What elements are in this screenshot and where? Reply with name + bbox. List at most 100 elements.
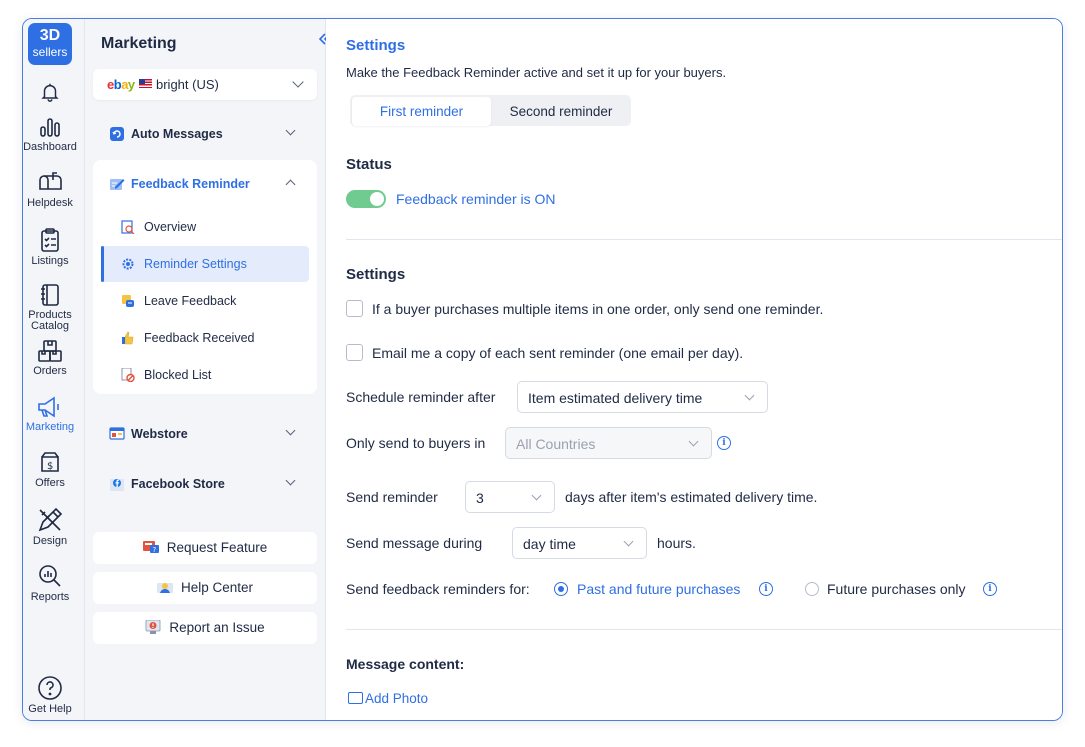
rail-label: Reports <box>30 591 70 603</box>
megaphone-icon <box>38 396 59 418</box>
pen-ruler-icon <box>38 507 63 532</box>
menu-webstore[interactable]: Webstore <box>93 413 317 453</box>
rail-label: Orders <box>33 365 67 377</box>
rail-reports[interactable]: Reports <box>23 563 77 603</box>
price-tag-icon: $ <box>41 452 59 472</box>
overview-chart-icon <box>121 220 135 234</box>
toggle-label: Feedback reminder is ON <box>396 191 556 207</box>
chevron-down-icon <box>285 475 296 486</box>
info-icon[interactable]: i <box>717 436 731 450</box>
question-icon <box>38 676 62 700</box>
chevron-down-icon <box>285 425 296 436</box>
rail-offers[interactable]: $ Offers <box>23 451 77 489</box>
feedback-reminder-toggle[interactable] <box>346 190 386 208</box>
us-flag-icon <box>139 79 152 88</box>
menu-auto-messages[interactable]: Auto Messages <box>93 113 317 153</box>
sub-item-reminder-settings[interactable]: Reminder Settings <box>101 246 309 282</box>
settings-heading: Settings <box>346 266 406 283</box>
rail-dashboard[interactable]: Dashboard <box>23 115 77 153</box>
rail-label: Products Catalog <box>28 309 72 332</box>
rail-marketing[interactable]: Marketing <box>23 395 77 433</box>
rail-label: Helpdesk <box>27 197 73 209</box>
sub-item-overview[interactable]: Overview <box>101 209 309 245</box>
help-center-button[interactable]: Help Center <box>93 572 317 604</box>
rail-label: Listings <box>31 255 69 267</box>
rail-get-help[interactable]: Get Help <box>23 675 77 715</box>
send-during-suffix: hours. <box>657 535 696 551</box>
ebay-logo: ebay <box>107 77 135 92</box>
rail-orders[interactable]: Orders <box>23 339 77 377</box>
schedule-select[interactable]: Item estimated delivery time <box>517 381 768 413</box>
tab-second-reminder[interactable]: Second reminder <box>491 97 631 126</box>
radio-future-only-label: Future purchases only <box>827 581 966 597</box>
time-of-day-select[interactable]: day time <box>512 527 647 559</box>
sub-item-leave-feedback[interactable]: Leave Feedback <box>101 283 309 319</box>
toggle-knob <box>370 192 384 206</box>
sidebar: Marketing ebay bright (US) Auto Messages… <box>85 19 331 720</box>
buyers-label: Only send to buyers in <box>346 435 486 451</box>
app-logo[interactable]: 3D sellers <box>28 23 72 65</box>
status-heading: Status <box>346 156 392 173</box>
rail-label: Get Help <box>28 703 72 715</box>
feedback-received-icon <box>122 331 134 345</box>
rail-helpdesk[interactable]: Helpdesk <box>23 171 77 209</box>
page-description: Make the Feedback Reminder active and se… <box>346 65 727 80</box>
request-feature-icon: ? <box>142 541 159 554</box>
book-icon <box>41 284 59 306</box>
page-title: Settings <box>346 37 406 54</box>
rail-listings[interactable]: Listings <box>23 227 77 267</box>
svg-text:?: ? <box>152 546 156 554</box>
rail-label: Design <box>32 535 68 547</box>
reminder-tabs: First reminder Second reminder <box>350 95 631 126</box>
sub-item-feedback-received[interactable]: Feedback Received <box>101 320 309 356</box>
email-copy-checkbox[interactable] <box>346 344 363 361</box>
sub-item-blocked-list[interactable]: Blocked List <box>101 357 309 393</box>
info-icon[interactable]: i <box>759 582 773 596</box>
webstore-icon <box>109 427 125 440</box>
image-icon <box>348 692 363 704</box>
tab-first-reminder[interactable]: First reminder <box>352 97 491 126</box>
leave-feedback-icon <box>122 295 134 307</box>
rail-label: Dashboard <box>23 141 77 153</box>
boxes-icon <box>38 340 62 362</box>
rail-products-catalog[interactable]: Products Catalog <box>23 283 77 332</box>
report-issue-icon <box>145 620 161 634</box>
radio-past-future-label: Past and future purchases <box>577 581 741 597</box>
add-photo-button[interactable]: Add Photo <box>348 691 428 706</box>
send-reminder-suffix: days after item's estimated delivery tim… <box>565 489 818 505</box>
mailbox-icon <box>39 172 62 190</box>
send-reminder-label: Send reminder <box>346 489 438 505</box>
chevron-down-icon <box>688 436 699 447</box>
divider <box>346 239 1062 240</box>
info-icon[interactable]: i <box>983 582 997 596</box>
one-reminder-checkbox[interactable] <box>346 300 363 317</box>
store-selector[interactable]: ebay bright (US) <box>93 69 317 100</box>
gear-icon <box>122 258 134 270</box>
auto-message-icon <box>110 127 124 141</box>
rail-label: Offers <box>35 477 65 489</box>
schedule-label: Schedule reminder after <box>346 389 496 405</box>
help-center-icon <box>156 583 173 593</box>
radio-past-future[interactable] <box>554 582 568 596</box>
chevron-down-icon <box>744 390 755 401</box>
chevron-down-icon <box>292 76 304 88</box>
countries-select[interactable]: All Countries <box>505 427 712 459</box>
rail-design[interactable]: Design <box>23 507 77 547</box>
rail-notifications[interactable] <box>23 81 77 103</box>
sidebar-title: Marketing <box>101 35 177 52</box>
chevron-down-icon <box>285 125 296 136</box>
store-name: bright (US) <box>156 77 219 92</box>
one-reminder-label: If a buyer purchases multiple items in o… <box>372 301 824 317</box>
svg-text:$: $ <box>47 461 53 472</box>
radio-future-only[interactable] <box>805 582 819 596</box>
message-content-heading: Message content: <box>346 656 465 672</box>
icon-rail: 3D sellers Dashboard Helpdesk Listings P… <box>23 19 85 720</box>
bar-chart-icon <box>40 118 60 137</box>
feedback-pencil-icon <box>110 179 125 190</box>
menu-feedback-reminder[interactable]: Feedback Reminder <box>93 163 317 203</box>
reminders-for-label: Send feedback reminders for: <box>346 581 530 597</box>
days-select[interactable]: 3 <box>465 481 555 513</box>
menu-facebook-store[interactable]: Facebook Store <box>93 463 317 503</box>
request-feature-button[interactable]: ? Request Feature <box>93 532 317 564</box>
report-issue-button[interactable]: Report an Issue <box>93 612 317 644</box>
